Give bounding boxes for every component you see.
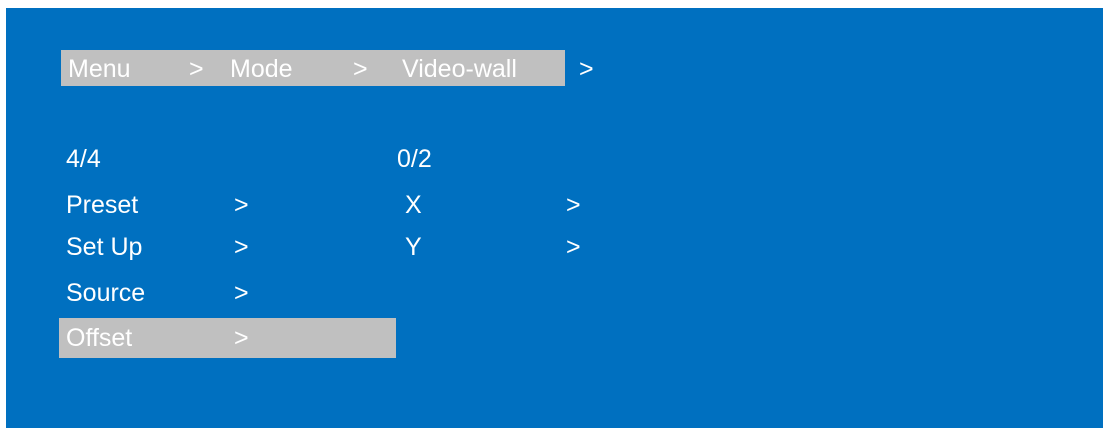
- breadcrumb-item-menu[interactable]: Menu: [68, 54, 131, 84]
- submenu-arrow-icon: >: [566, 233, 581, 261]
- menu-item-preset[interactable]: Preset >: [6, 188, 1103, 224]
- menu-item-offset-selected[interactable]: Offset >: [59, 318, 396, 358]
- submenu-arrow-icon: >: [566, 191, 581, 219]
- breadcrumb-separator: >: [189, 55, 204, 83]
- menu-item-label: Source: [66, 279, 146, 307]
- menu-item-y[interactable]: Y: [405, 232, 422, 262]
- menu-item-source[interactable]: Source >: [6, 276, 1103, 312]
- osd-menu-screen: Menu > Mode > Video-wall > 4/4 0/2 Prese…: [6, 8, 1103, 428]
- breadcrumb-item-mode[interactable]: Mode: [230, 54, 293, 84]
- breadcrumb-separator: >: [353, 55, 368, 83]
- right-page-counter: 0/2: [397, 145, 432, 173]
- menu-item-label: Preset: [66, 191, 139, 219]
- menu-item-label: Offset: [66, 324, 133, 352]
- menu-item-set-up[interactable]: Set Up >: [6, 230, 1103, 266]
- submenu-arrow-icon: >: [234, 191, 249, 219]
- breadcrumb-trailing-arrow: >: [579, 55, 594, 83]
- submenu-arrow-icon: >: [234, 324, 249, 352]
- breadcrumb-item-video-wall[interactable]: Video-wall: [402, 54, 517, 84]
- submenu-arrow-icon: >: [234, 233, 249, 261]
- menu-item-label: Set Up: [66, 233, 143, 261]
- left-page-counter: 4/4: [66, 145, 101, 173]
- submenu-arrow-icon: >: [234, 279, 249, 307]
- menu-item-x[interactable]: X: [405, 190, 422, 220]
